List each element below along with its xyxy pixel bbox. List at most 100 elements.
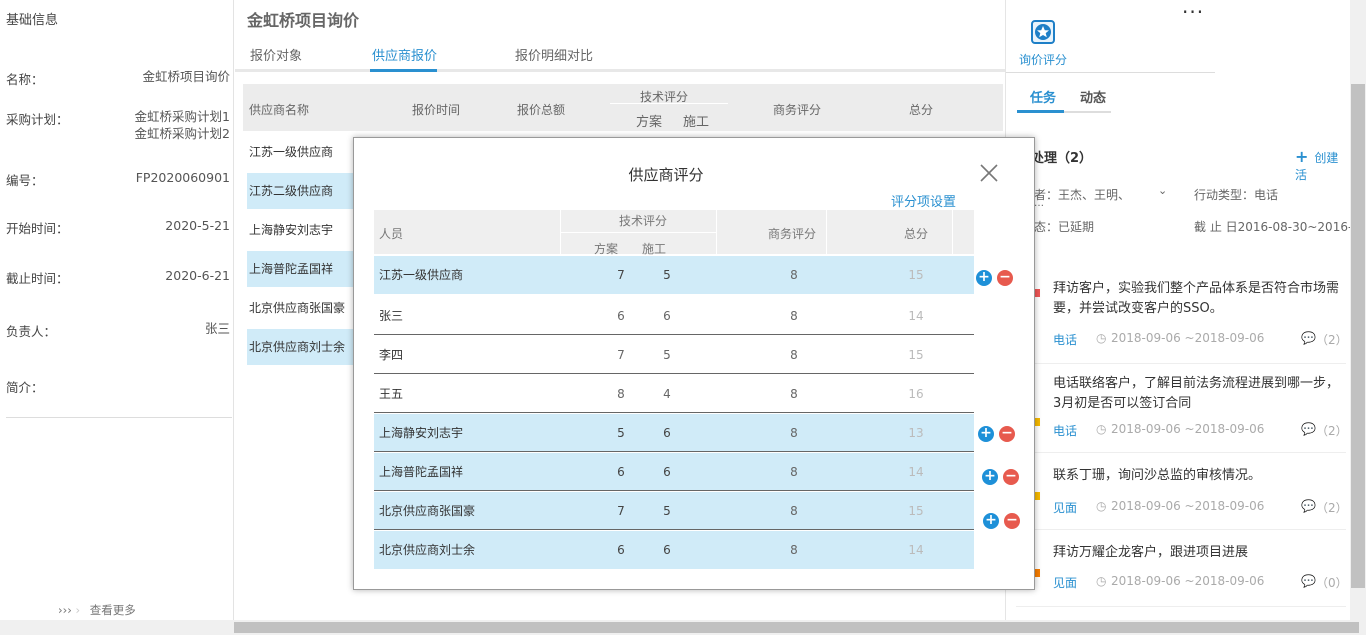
build-score: 5 — [663, 268, 671, 282]
star-rating-icon[interactable] — [1031, 20, 1055, 44]
basic-info-panel: 基础信息 名称： 金虹桥项目询价 采购计划： 金虹桥采购计划1 金虹桥采购计划2… — [0, 0, 234, 635]
meta-action-type: 行动类型：电话 — [1194, 188, 1279, 202]
field-label: 负责人： — [6, 324, 57, 339]
build-score: 6 — [663, 309, 671, 323]
score-row[interactable]: 北京供应商张国豪 7 5 8 15 — [374, 492, 974, 530]
score-row[interactable]: 北京供应商刘士余 6 6 8 14 — [374, 531, 974, 569]
plan-score: 8 — [617, 387, 625, 401]
row-name: 王五 — [379, 387, 404, 401]
plan-score: 6 — [617, 543, 625, 557]
table-row[interactable]: 北京供应商刘士余 — [247, 329, 357, 365]
comment-icon: 💬 — [1301, 331, 1316, 345]
horizontal-scrollbar-thumb[interactable] — [234, 622, 1359, 633]
total-score: 16 — [908, 387, 924, 401]
remove-row-button[interactable]: − — [999, 426, 1015, 442]
divider — [6, 417, 232, 418]
total-score: 13 — [908, 426, 924, 440]
build-score: 6 — [663, 426, 671, 440]
score-table-header: 人员 技术评分 方案 施工 商务评分 总分 — [374, 210, 974, 256]
row-name: 李四 — [379, 348, 404, 362]
total-score: 15 — [908, 504, 924, 518]
field-label: 采购计划： — [6, 112, 69, 127]
header-business: 商务评分 — [773, 103, 822, 117]
inquiry-score-label[interactable]: 询价评分 — [1019, 51, 1067, 68]
divider — [374, 334, 974, 335]
task-title: 联系丁珊，询问沙总监的审核情况。 — [1053, 468, 1262, 483]
add-row-button[interactable]: + — [982, 469, 998, 485]
task-type: 电话 — [1053, 424, 1078, 438]
plan-score: 7 — [617, 504, 625, 518]
header-sep — [610, 103, 728, 104]
total-score: 14 — [908, 465, 924, 479]
row-name: 北京供应商刘士余 — [379, 543, 476, 557]
score-settings-link[interactable]: 评分项设置 — [891, 191, 956, 210]
divider — [1016, 529, 1346, 530]
meta-assignees: 者：王杰、王明、 — [1034, 188, 1131, 202]
tab-activity[interactable]: 动态 — [1080, 87, 1106, 106]
total-score: 14 — [908, 543, 924, 557]
score-row[interactable]: 上海静安刘志宇 5 6 8 13 — [374, 414, 974, 452]
tab-tasks[interactable]: 任务 — [1030, 87, 1056, 106]
header-plan: 方案 — [594, 242, 619, 256]
table-row[interactable]: 上海静安刘志宇 — [247, 212, 357, 248]
task-comments: （0） — [1316, 576, 1348, 590]
right-panel: ··· 询价评分 任务 动态 处理（2） + 创建活 者：王杰、王明、 ⌄ … 态… — [1005, 0, 1366, 620]
meta-status: 态：已延期 — [1034, 220, 1095, 234]
table-row[interactable]: 北京供应商张国豪 — [247, 290, 357, 326]
view-more-link[interactable]: ››› › 查看更多 — [58, 602, 136, 618]
vertical-scrollbar-thumb[interactable] — [1351, 84, 1365, 588]
score-row[interactable]: 王五 8 4 8 16 — [374, 375, 974, 413]
row-name: 上海普陀孟国祥 — [379, 465, 464, 479]
divider — [374, 490, 974, 491]
tab-supplier-quote[interactable]: 供应商报价 — [372, 45, 437, 64]
clock-icon: ◷ — [1096, 422, 1107, 436]
tab-divider — [1064, 111, 1111, 113]
comment-icon: 💬 — [1301, 499, 1316, 513]
field-value: 2020-5-21 — [165, 218, 230, 233]
more-icon[interactable]: ··· — [1182, 0, 1204, 24]
header-person: 人员 — [379, 227, 404, 241]
create-activity-button[interactable]: + 创建活 — [1295, 147, 1350, 183]
total-score: 15 — [908, 348, 924, 362]
add-row-button[interactable]: + — [976, 270, 992, 286]
score-row[interactable]: 张三 6 6 8 14 — [374, 297, 974, 335]
score-row[interactable]: 李四 7 5 8 15 — [374, 336, 974, 374]
divider — [1016, 363, 1346, 364]
add-row-button[interactable]: + — [978, 426, 994, 442]
row-name: 张三 — [379, 309, 404, 323]
add-row-button[interactable]: + — [983, 513, 999, 529]
field-label: 编号： — [6, 173, 44, 188]
task-comments: （2） — [1316, 333, 1348, 347]
table-row[interactable]: 上海普陀孟国祥 — [247, 251, 357, 287]
task-type: 见面 — [1053, 576, 1078, 590]
plan-score: 6 — [617, 465, 625, 479]
business-score: 8 — [790, 268, 798, 282]
meta-assignees-more: … — [1034, 198, 1044, 209]
table-row[interactable]: 江苏二级供应商 — [247, 173, 357, 209]
tab-quote-compare[interactable]: 报价明细对比 — [515, 45, 593, 64]
divider — [1016, 452, 1346, 453]
close-icon[interactable] — [974, 158, 1004, 188]
chevron-down-icon[interactable]: ⌄ — [1158, 184, 1167, 197]
build-score: 5 — [663, 348, 671, 362]
header-time: 报价时间 — [412, 103, 461, 117]
score-row[interactable]: 江苏一级供应商 7 5 8 15 — [374, 256, 974, 294]
task-date: 2018-09-06 ~2018-09-06 — [1111, 331, 1265, 345]
business-score: 8 — [790, 387, 798, 401]
total-score: 14 — [908, 309, 924, 323]
header-score: 总分 — [909, 103, 934, 117]
header-supplier: 供应商名称 — [249, 103, 310, 117]
task-title: 拜访客户，实验我们整个产品体系是否符合市场需要，并尝试改变客户的SSO。 — [1053, 281, 1340, 316]
build-score: 6 — [663, 465, 671, 479]
plan-score: 7 — [617, 268, 625, 282]
score-row[interactable]: 上海普陀孟国祥 6 6 8 14 — [374, 453, 974, 491]
remove-row-button[interactable]: − — [1003, 469, 1019, 485]
plus-icon: + — [1295, 147, 1309, 166]
tab-quote-target[interactable]: 报价对象 — [250, 45, 302, 64]
table-row[interactable]: 江苏一级供应商 — [247, 134, 357, 170]
build-score: 6 — [663, 543, 671, 557]
field-label: 开始时间： — [6, 221, 69, 236]
active-tab-indicator — [1017, 110, 1064, 113]
remove-row-button[interactable]: − — [1004, 513, 1020, 529]
remove-row-button[interactable]: − — [997, 270, 1013, 286]
